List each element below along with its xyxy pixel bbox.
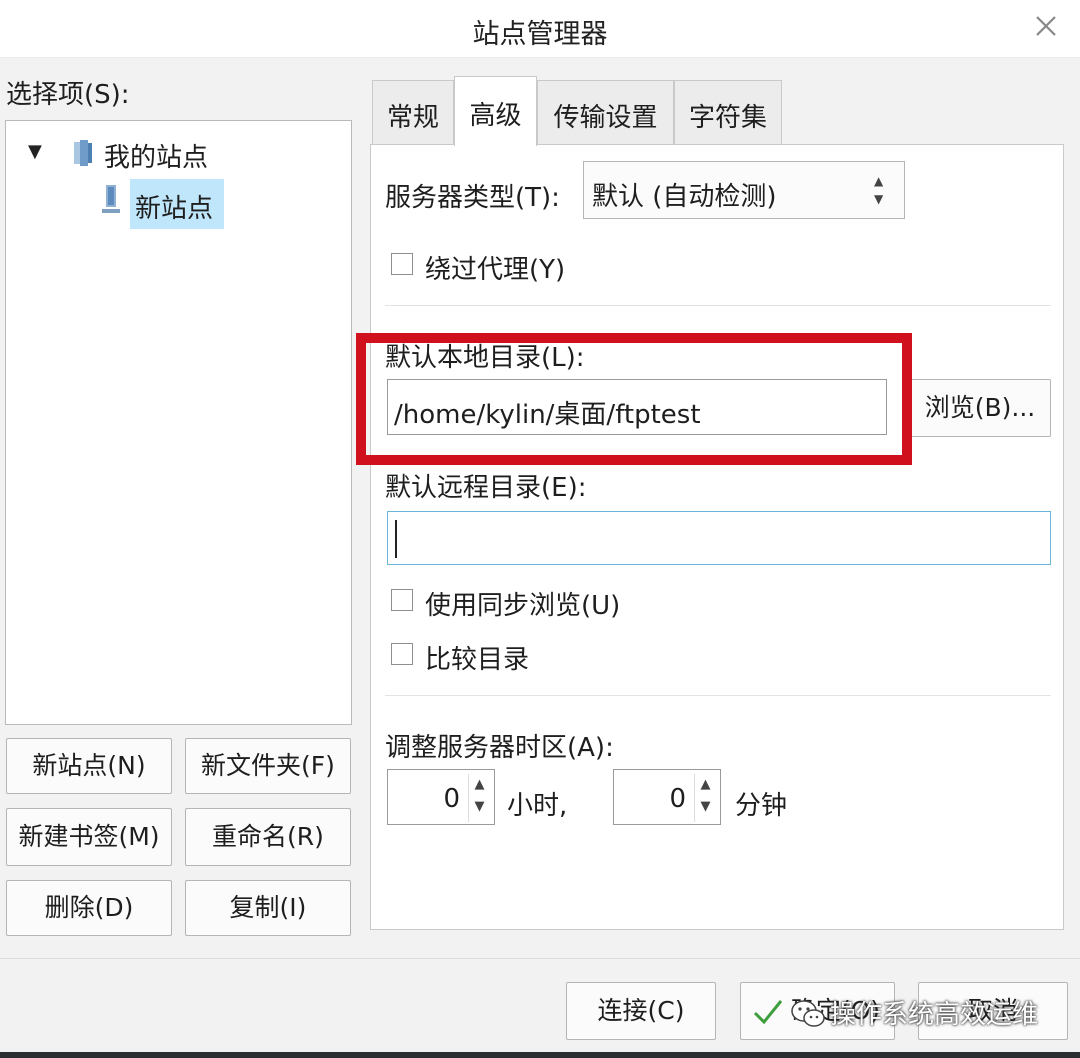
remote-dir-label: 默认远程目录(E): [385, 473, 587, 503]
advanced-panel: 服务器类型(T): 默认 (自动检测) ▲ ▼ 绕过代理(Y) 默认本地目录(L)… [370, 144, 1064, 930]
browse-button[interactable]: 浏览(B)... [909, 379, 1051, 437]
watermark: 操作系统高效运维 [786, 992, 1076, 1036]
select-entry-label: 选择项(S): [6, 80, 130, 110]
rename-button[interactable]: 重命名(R) [185, 808, 351, 866]
remote-dir-input[interactable] [387, 511, 1051, 565]
footer-divider [0, 958, 1080, 959]
new-site-button[interactable]: 新站点(N) [6, 738, 172, 794]
stepper-arrows-icon[interactable]: ▲ ▼ [694, 774, 716, 822]
expand-arrow-icon[interactable]: ▼ [28, 141, 42, 162]
connect-button[interactable]: 连接(C) [566, 982, 716, 1040]
divider [385, 695, 1051, 696]
select-arrows-icon: ▲ ▼ [874, 174, 884, 206]
sync-browse-checkbox[interactable] [391, 589, 413, 611]
wechat-icon [791, 1000, 825, 1027]
text-caret [395, 520, 397, 558]
tab-advanced[interactable]: 高级 [454, 76, 537, 146]
server-type-value: 默认 (自动检测) [592, 182, 777, 212]
bypass-proxy-label: 绕过代理(Y) [425, 255, 566, 285]
timezone-label: 调整服务器时区(A): [385, 733, 614, 763]
sites-folder-icon [74, 140, 92, 166]
server-icon [102, 185, 120, 213]
site-tree[interactable]: ▼ 我的站点 新站点 [5, 120, 352, 725]
site-manager-window: 站点管理器 选择项(S): ▼ 我的站点 新站点 新站点(N) 新文件夹(F) … [0, 0, 1080, 1058]
compare-dir-checkbox[interactable] [391, 643, 413, 665]
tree-item-label: 新站点 [130, 179, 224, 229]
tree-item-my-sites[interactable]: 我的站点 [104, 137, 208, 174]
tab-general[interactable]: 常规 [372, 80, 454, 144]
hours-unit: 小时, [507, 791, 568, 821]
tab-charset[interactable]: 字符集 [674, 80, 782, 144]
stepper-arrows-icon[interactable]: ▲ ▼ [468, 774, 490, 822]
annotation-highlight-box [356, 333, 912, 465]
copy-button[interactable]: 复制(I) [185, 880, 351, 936]
bypass-proxy-checkbox[interactable] [391, 253, 413, 275]
tab-transfer-settings[interactable]: 传输设置 [537, 80, 674, 144]
close-icon[interactable] [1030, 10, 1062, 42]
compare-dir-label: 比较目录 [425, 645, 530, 675]
sync-browse-label: 使用同步浏览(U) [425, 591, 621, 621]
minutes-unit: 分钟 [735, 791, 788, 821]
server-type-select[interactable]: 默认 (自动检测) ▲ ▼ [583, 161, 905, 219]
title-bar: 站点管理器 [0, 0, 1080, 58]
minutes-stepper[interactable]: 0 ▲ ▼ [613, 769, 721, 825]
delete-button[interactable]: 删除(D) [6, 880, 172, 936]
check-icon [753, 1000, 783, 1025]
tree-item-new-site[interactable]: 新站点 [98, 177, 228, 229]
server-type-label: 服务器类型(T): [385, 183, 560, 213]
screen-bottom-edge [0, 1052, 1080, 1058]
window-title: 站点管理器 [472, 19, 608, 50]
hours-value: 0 [443, 784, 460, 814]
new-bookmark-button[interactable]: 新建书签(M) [6, 808, 172, 866]
new-folder-button[interactable]: 新文件夹(F) [185, 738, 351, 794]
divider [385, 305, 1051, 306]
watermark-text: 操作系统高效运维 [830, 1000, 1039, 1030]
minutes-value: 0 [669, 784, 686, 814]
hours-stepper[interactable]: 0 ▲ ▼ [387, 769, 495, 825]
